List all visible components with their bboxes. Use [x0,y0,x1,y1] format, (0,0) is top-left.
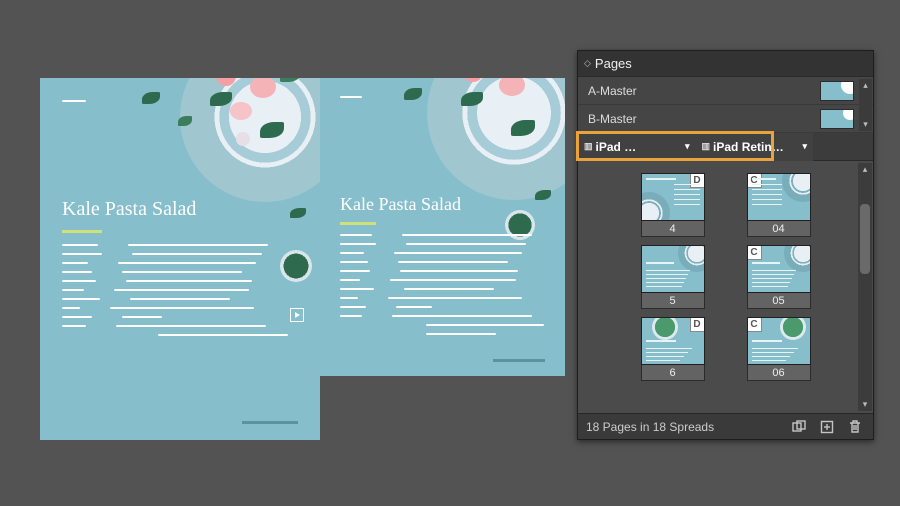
master-a-thumb [819,77,855,104]
page-number-label: 6 [641,365,705,381]
layout-glyph-icon: ▥ [584,141,592,152]
panel-status-bar: 18 Pages in 18 Spreads [578,413,873,439]
master-b-thumb [819,105,855,132]
recipe-body-text [62,244,288,336]
thumb-column: C 04 C 05 C 06 [747,173,811,409]
scroll-down-icon[interactable]: ▾ [863,400,868,409]
page-thumbnail[interactable]: D5 [641,245,705,309]
canvas: Kale Pasta Salad [40,78,565,440]
herb-decoration [290,208,306,218]
salad-bowl-illustration [427,78,565,200]
alternate-layout-bar: ▥ iPad … ▾ ▥ iPad Retin… ▾ [578,133,873,161]
accent-rule [62,230,102,233]
page-thumbnail[interactable]: D4 [641,173,705,237]
scrollbar-handle[interactable] [860,204,870,274]
pages-tab-label: Pages [595,56,632,71]
rule-mark [340,96,362,98]
recipe-title: Kale Pasta Salad [340,194,461,215]
page-thumbnail[interactable]: C 04 [747,173,811,237]
applied-master-badge: C [748,174,762,188]
layout-b-label: iPad Retin… [713,140,798,154]
applied-master-badge: D [690,174,704,188]
page-thumbnail[interactable]: C 05 [747,245,811,309]
edit-page-size-button[interactable] [789,417,809,437]
herb-decoration [535,190,551,200]
page-number-label: 5 [641,293,705,309]
layout-dropdown-b[interactable]: ▥ iPad Retin… ▾ [696,133,814,161]
layout-glyph-icon: ▥ [702,141,710,152]
page-count-status: 18 Pages in 18 Spreads [586,420,781,434]
scroll-up-icon[interactable]: ▴ [863,81,868,90]
masters-scrollbar[interactable]: ▴ ▾ [859,79,872,131]
rule-mark [62,100,86,102]
applied-master-badge: D [690,318,704,332]
expand-collapse-icon: ◇ [584,58,591,69]
thumbs-scrollbar[interactable]: ▴ ▾ [858,163,872,411]
layout-dropdown-a[interactable]: ▥ iPad … ▾ [578,133,696,161]
master-row-a[interactable]: A-Master [578,77,873,105]
new-page-button[interactable] [817,417,837,437]
masters-section: A-Master B-Master ▴ ▾ [578,77,873,133]
layout-a-label: iPad … [596,140,681,154]
play-icon[interactable] [290,308,304,322]
pages-tab[interactable]: ◇ Pages [584,56,632,71]
scroll-down-icon[interactable]: ▾ [863,120,868,129]
doc-page-layout-a: Kale Pasta Salad [40,78,320,440]
accent-rule [340,222,376,225]
scroll-up-icon[interactable]: ▴ [863,165,868,174]
scrollbar-track[interactable] [858,174,872,400]
page-thumbnail[interactable]: C 06 [747,317,811,381]
pages-panel: ◇ Pages A-Master B-Master ▴ ▾ ▥ iPad … ▾ [577,50,874,440]
herb-decoration [142,92,160,104]
doc-page-layout-b: Kale Pasta Salad [320,78,565,376]
applied-master-badge: C [748,246,762,260]
panel-tab-bar: ◇ Pages [578,51,873,77]
recipe-body-text [340,234,544,335]
delete-page-button[interactable] [845,417,865,437]
chevron-down-icon: ▾ [802,141,807,152]
page-number-label: 06 [747,365,811,381]
applied-master-badge: C [748,318,762,332]
page-number-label: 04 [747,221,811,237]
chevron-down-icon: ▾ [685,141,690,152]
recipe-title: Kale Pasta Salad [62,198,196,221]
master-row-b[interactable]: B-Master [578,105,873,133]
page-number-label: 05 [747,293,811,309]
page-thumbnails-area: D4D5D6C04C05C06 ▴ ▾ [578,161,873,413]
salad-bowl-illustration [180,78,320,202]
thumb-column: D4D5D6 [641,173,705,409]
master-a-label: A-Master [588,84,637,98]
page-thumbnail[interactable]: D6 [641,317,705,381]
herb-decoration [404,88,422,100]
page-number-label: 4 [641,221,705,237]
footer-rule [493,359,545,362]
master-b-label: B-Master [588,112,637,126]
footer-rule [242,421,298,424]
